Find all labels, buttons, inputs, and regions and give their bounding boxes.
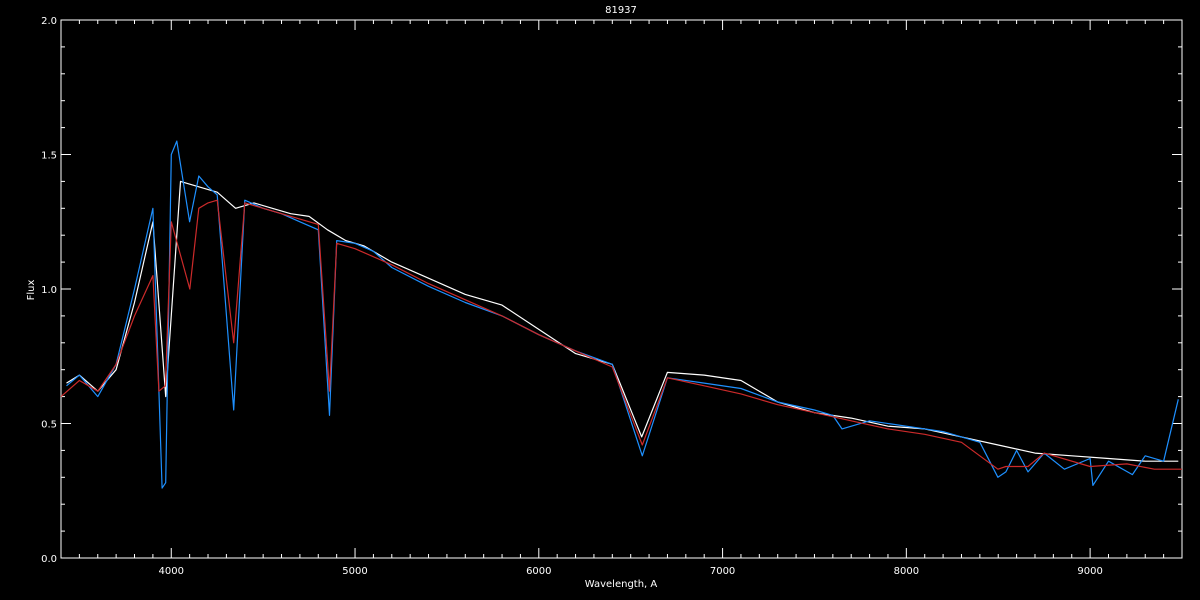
x-axis: 4000 5000 6000 7000 8000 9000 — [78, 20, 1183, 577]
series-line-2 — [66, 140, 1179, 489]
x-tick-label: 7000 — [710, 566, 735, 577]
series-layer — [60, 140, 1182, 489]
y-axis: 0.0 0.5 1.0 1.5 2.0 — [41, 16, 1182, 565]
y-tick-label: 0.5 — [41, 420, 57, 431]
y-tick-label: 1.5 — [41, 151, 57, 162]
spectrum-chart: 4000 5000 6000 7000 8000 9000 0.0 0.5 1.0 1.5 2.0… — [26, 5, 1183, 590]
series-line-1 — [66, 180, 1179, 462]
x-tick-label: 6000 — [526, 566, 551, 577]
series-line-3 — [60, 199, 1182, 470]
plot-frame — [60, 19, 1183, 559]
x-axis-label: Wavelength, A — [585, 579, 658, 590]
x-tick-label: 4000 — [159, 566, 184, 577]
y-tick-label: 0.0 — [41, 554, 57, 565]
y-tick-label: 1.0 — [41, 285, 57, 296]
y-axis-label: Flux — [26, 280, 37, 301]
y-tick-label: 2.0 — [41, 16, 57, 27]
x-tick-label: 8000 — [894, 566, 919, 577]
x-tick-label: 5000 — [342, 566, 367, 577]
chart-title: 81937 — [605, 5, 637, 16]
x-tick-label: 9000 — [1077, 566, 1102, 577]
